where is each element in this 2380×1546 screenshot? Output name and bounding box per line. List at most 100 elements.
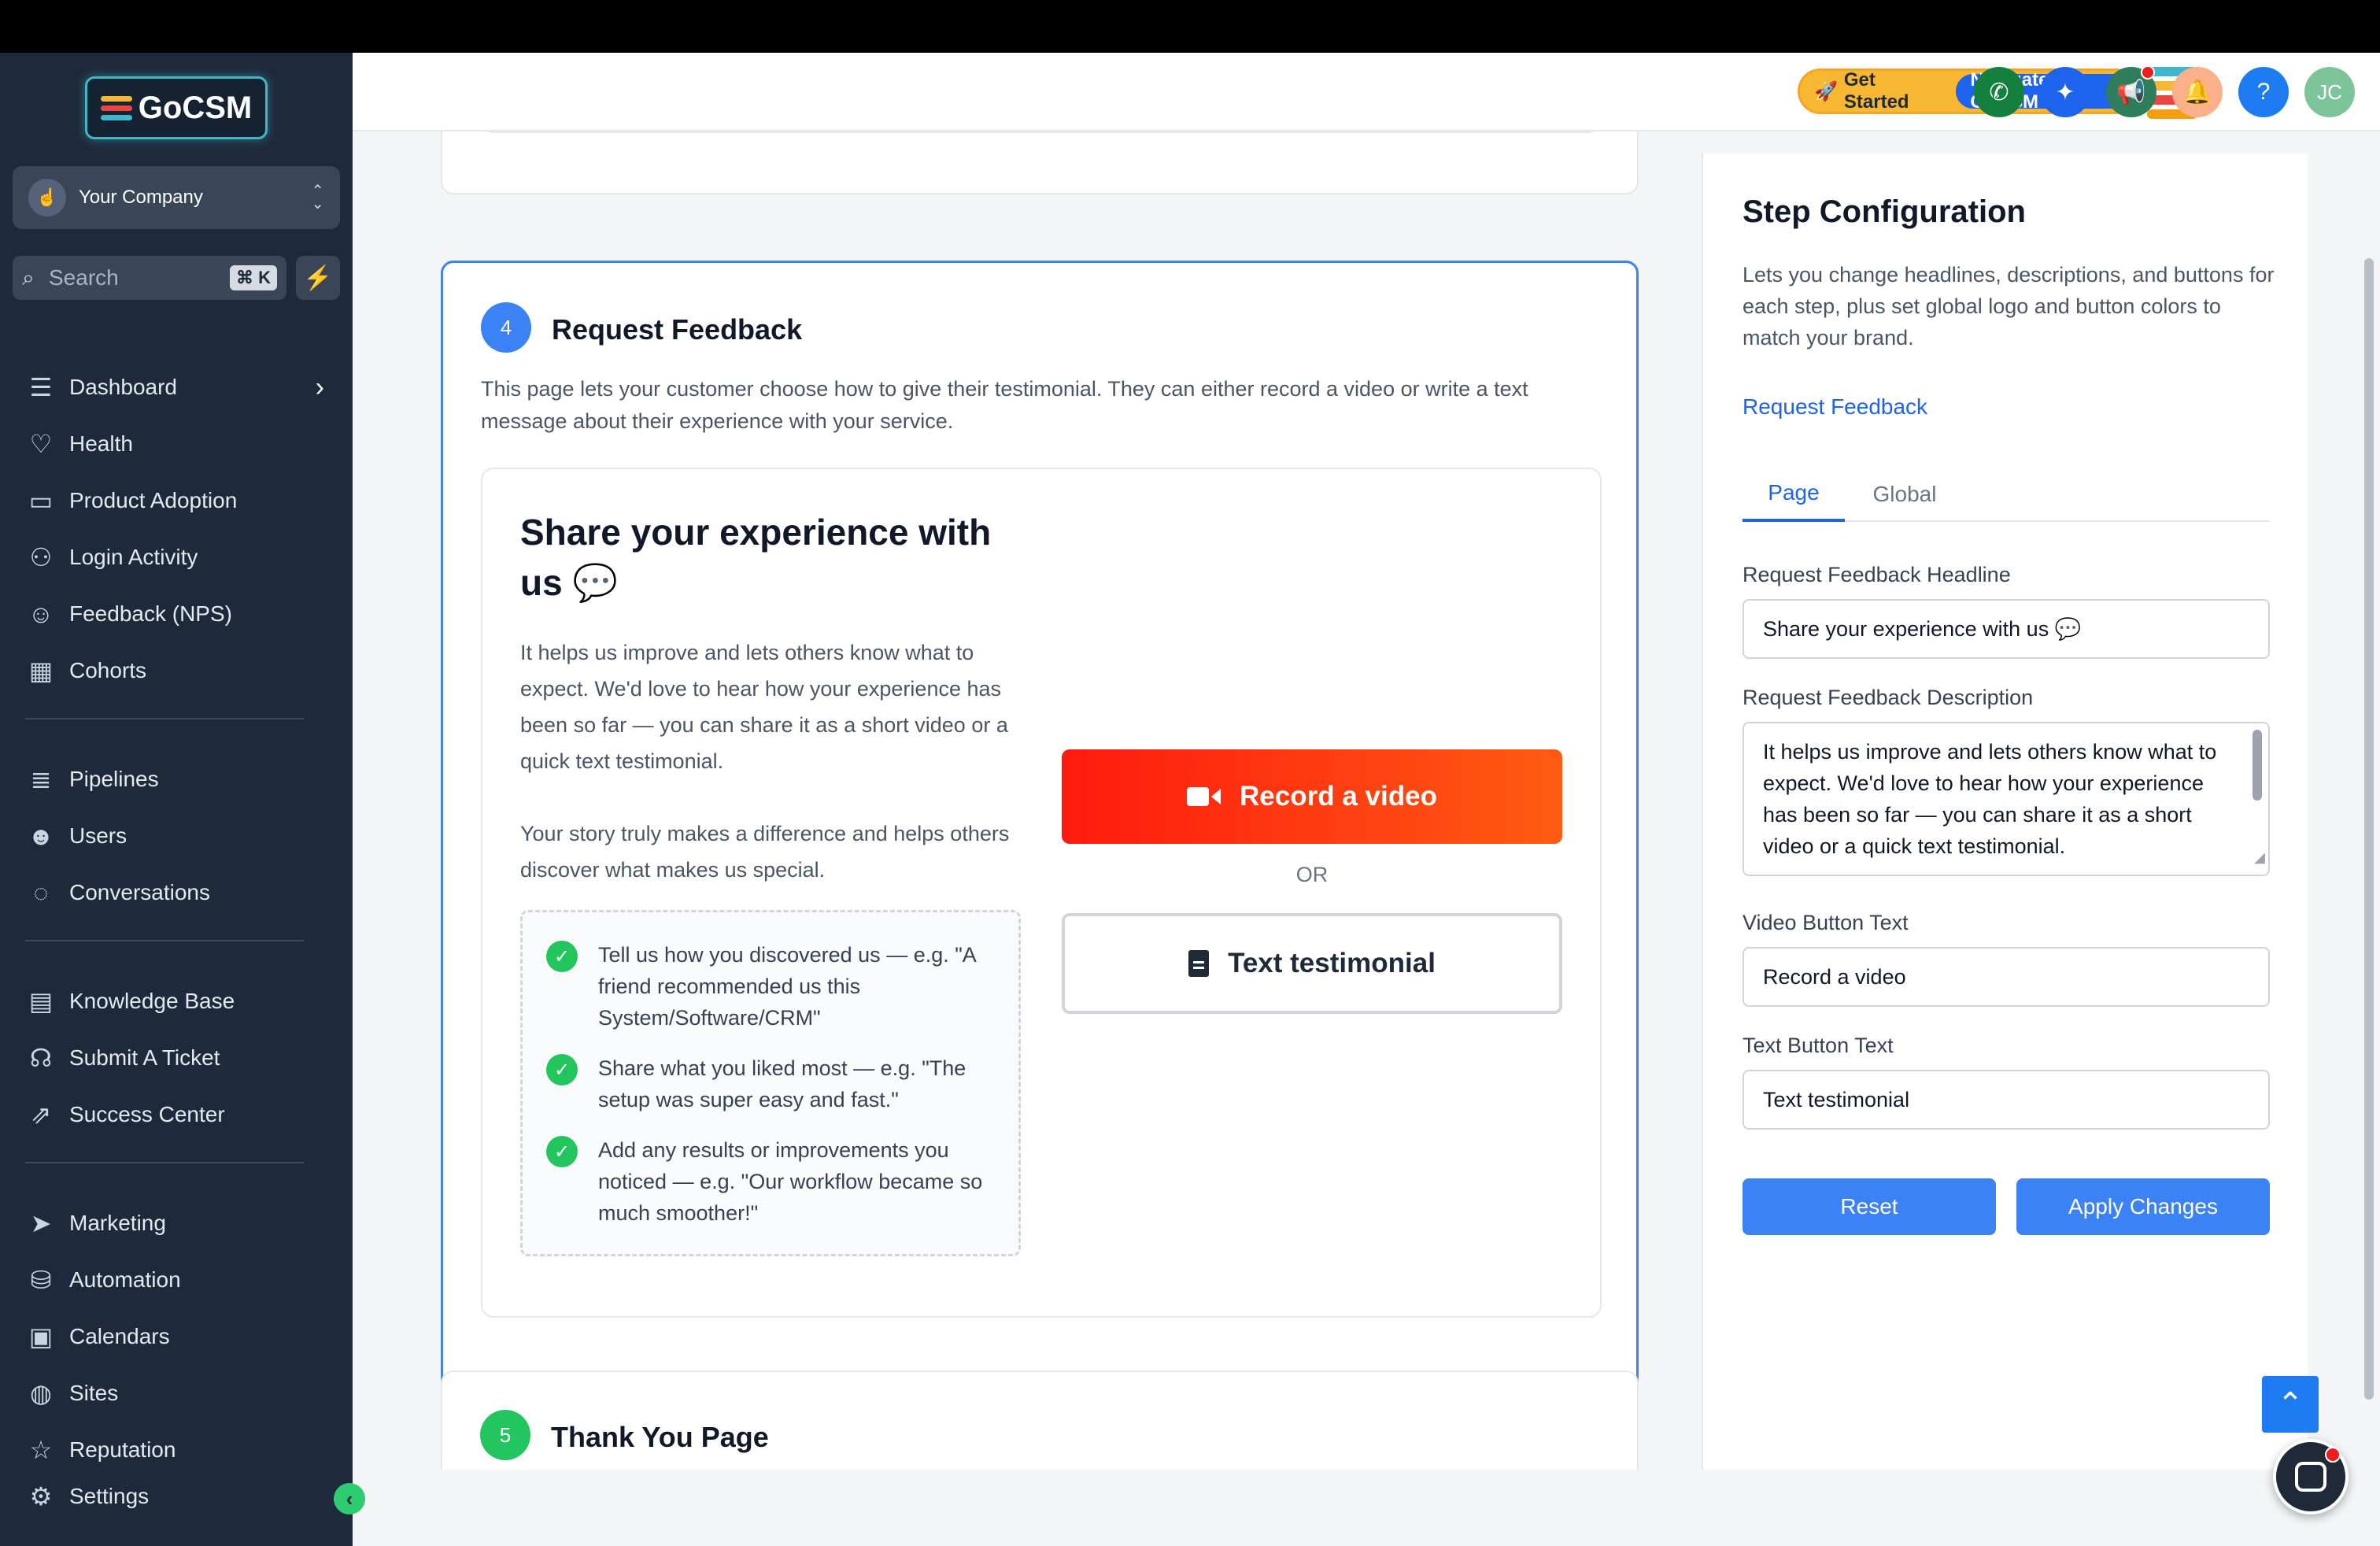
- panel-title: Step Configuration: [1743, 194, 2026, 229]
- record-video-button[interactable]: Record a video: [1062, 749, 1562, 844]
- chat-widget-button[interactable]: [2273, 1439, 2349, 1515]
- sidebar-item-settings[interactable]: ⚙ Settings: [25, 1478, 324, 1515]
- calendar-icon: ▣: [28, 1322, 54, 1351]
- sidebar-item-success-center[interactable]: ⇗ Success Center: [25, 1096, 324, 1134]
- gocsm-logo[interactable]: GoCSM: [85, 76, 268, 139]
- sidebar-item-conversations[interactable]: ◌ Conversations: [25, 874, 324, 912]
- tip-item: ✓ Tell us how you discovered us — e.g. "…: [546, 939, 1003, 1034]
- paper-plane-icon: ➤: [30, 1209, 52, 1237]
- step-description: This page lets your customer choose how …: [481, 377, 1528, 433]
- apply-changes-button[interactable]: Apply Changes: [2016, 1178, 2270, 1235]
- check-circle-icon: ✓: [546, 941, 578, 972]
- quick-action-bolt-icon[interactable]: ⚡: [296, 256, 340, 300]
- scroll-to-top-button[interactable]: ⌃: [2262, 1376, 2319, 1433]
- headline-label: Request Feedback Headline: [1743, 563, 2011, 586]
- megaphone-icon[interactable]: 📢: [2106, 65, 2156, 117]
- company-pointer-icon: ☝: [28, 179, 66, 216]
- gear-icon: ⚙: [29, 1482, 53, 1511]
- config-tabs: Page Global: [1743, 467, 2270, 522]
- sidebar-item-label: Health: [69, 431, 133, 456]
- sidebar-divider: [25, 1162, 304, 1163]
- step-title: Thank You Page: [551, 1421, 769, 1453]
- check-circle-icon: ✓: [546, 1136, 578, 1167]
- description-textarea[interactable]: It helps us improve and lets others know…: [1743, 722, 2270, 876]
- sparkle-ai-icon[interactable]: ✦: [2040, 67, 2090, 117]
- sidebar-item-pipelines[interactable]: ≣ Pipelines: [25, 760, 324, 798]
- sidebar-item-dashboard[interactable]: ☰ Dashboard ›: [25, 368, 324, 406]
- sidebar-item-label: Users: [69, 823, 128, 848]
- sidebar-item-submit-a-ticket[interactable]: ☊ Submit A Ticket: [25, 1039, 324, 1077]
- check-circle-icon: ✓: [546, 1054, 578, 1086]
- success-chart-icon: ⇗: [30, 1100, 52, 1129]
- sidebar-item-automation[interactable]: ⛁ Automation: [25, 1261, 324, 1299]
- company-switcher[interactable]: ☝ Your Company ⌃ ⌄: [13, 166, 340, 229]
- notification-dot: [2325, 1447, 2341, 1463]
- textarea-scrollbar[interactable]: [2252, 730, 2262, 801]
- sidebar-divider: [25, 718, 304, 719]
- or-separator: OR: [1295, 863, 1329, 886]
- sidebar-item-label: Calendars: [69, 1324, 170, 1348]
- text-button-label: Text Button Text: [1743, 1034, 1894, 1057]
- sidebar-collapse-button[interactable]: ‹: [334, 1483, 365, 1515]
- sidebar-item-label: Settings: [69, 1484, 150, 1508]
- sidebar-item-label: Sites: [69, 1381, 119, 1405]
- text-testimonial-button[interactable]: Text testimonial: [1062, 913, 1562, 1014]
- tip-text: Tell us how you discovered us — e.g. "A …: [598, 943, 976, 1030]
- video-camera-icon: [1187, 787, 1221, 806]
- notification-dot: [2141, 65, 2155, 80]
- phone-icon[interactable]: ✆: [1974, 67, 2024, 117]
- rocket-icon: 🚀: [1814, 80, 1838, 102]
- previous-preview-box: [482, 131, 1599, 133]
- sidebar-item-calendars[interactable]: ▣ Calendars: [25, 1318, 324, 1356]
- user-avatar[interactable]: JC: [2304, 67, 2355, 117]
- automation-icon: ⛁: [30, 1266, 52, 1294]
- sidebar-item-login-activity[interactable]: ⚇ Login Activity: [25, 538, 324, 576]
- globe-icon: ◍: [30, 1379, 52, 1407]
- step-card-thank-you[interactable]: 5 Thank You Page: [441, 1370, 1639, 1470]
- search-input[interactable]: [49, 265, 230, 290]
- step-configuration-panel: Step Configuration Lets you change headl…: [1702, 153, 2308, 1470]
- tips-box: ✓ Tell us how you discovered us — e.g. "…: [520, 910, 1021, 1256]
- logo-bars-icon: [100, 95, 132, 120]
- sidebar-item-sites[interactable]: ◍ Sites: [25, 1374, 324, 1412]
- headline-input[interactable]: [1743, 599, 2270, 659]
- sidebar-item-users[interactable]: ☻ Users: [25, 817, 324, 855]
- bell-icon[interactable]: 🔔: [2172, 67, 2223, 117]
- step-card-request-feedback[interactable]: 4 Request Feedback This page lets your c…: [441, 261, 1639, 1460]
- star-icon: ☆: [29, 1436, 53, 1464]
- tab-page[interactable]: Page: [1743, 467, 1845, 522]
- sidebar-item-reputation[interactable]: ☆ Reputation: [25, 1431, 324, 1469]
- reset-button[interactable]: Reset: [1743, 1178, 1996, 1235]
- sidebar-item-knowledge-base[interactable]: ▤ Knowledge Base: [25, 982, 324, 1020]
- sidebar-item-marketing[interactable]: ➤ Marketing: [25, 1204, 324, 1242]
- pipelines-icon: ≣: [30, 765, 52, 793]
- resize-handle-icon[interactable]: ◢: [2254, 841, 2265, 873]
- video-button-input[interactable]: [1743, 947, 2270, 1007]
- sidebar-item-feedback-nps[interactable]: ☺ Feedback (NPS): [25, 595, 324, 633]
- logo-text: GoCSM: [138, 90, 253, 125]
- sidebar-search[interactable]: ⌕ ⌘ K: [13, 256, 286, 300]
- chat-icon: [2295, 1462, 2326, 1492]
- current-step-link[interactable]: Request Feedback: [1743, 394, 1927, 420]
- page-scrollbar[interactable]: [2364, 258, 2374, 1400]
- sidebar-item-cohorts[interactable]: ▦ Cohorts: [25, 652, 324, 690]
- company-name: Your Company: [79, 187, 203, 208]
- search-icon: ⌕: [22, 264, 35, 290]
- users-icon: ☻: [28, 821, 54, 850]
- text-testimonial-label: Text testimonial: [1228, 948, 1436, 978]
- get-started-button[interactable]: 🚀 Get Started: [1803, 69, 1956, 113]
- sidebar: GoCSM ☝ Your Company ⌃⌄ ⌕ ⌘ K ⚡ ☰ Dashboa…: [0, 53, 353, 1546]
- chat-bubble-icon: ◌: [33, 878, 49, 907]
- request-feedback-preview: Share your experience with us 💬 It helps…: [481, 468, 1602, 1318]
- help-icon[interactable]: ?: [2238, 67, 2289, 117]
- record-video-label: Record a video: [1240, 781, 1437, 812]
- window-top-bar: [0, 0, 2380, 53]
- laptop-icon: ▭: [28, 486, 54, 515]
- text-button-input[interactable]: [1743, 1070, 2270, 1130]
- description-label: Request Feedback Description: [1743, 686, 2034, 709]
- step-card-previous: [441, 131, 1639, 194]
- sidebar-item-label: Reputation: [69, 1437, 176, 1462]
- sidebar-item-health[interactable]: ♡ Health: [25, 425, 324, 463]
- sidebar-item-product-adoption[interactable]: ▭ Product Adoption: [25, 482, 324, 520]
- tab-global[interactable]: Global: [1850, 467, 1960, 522]
